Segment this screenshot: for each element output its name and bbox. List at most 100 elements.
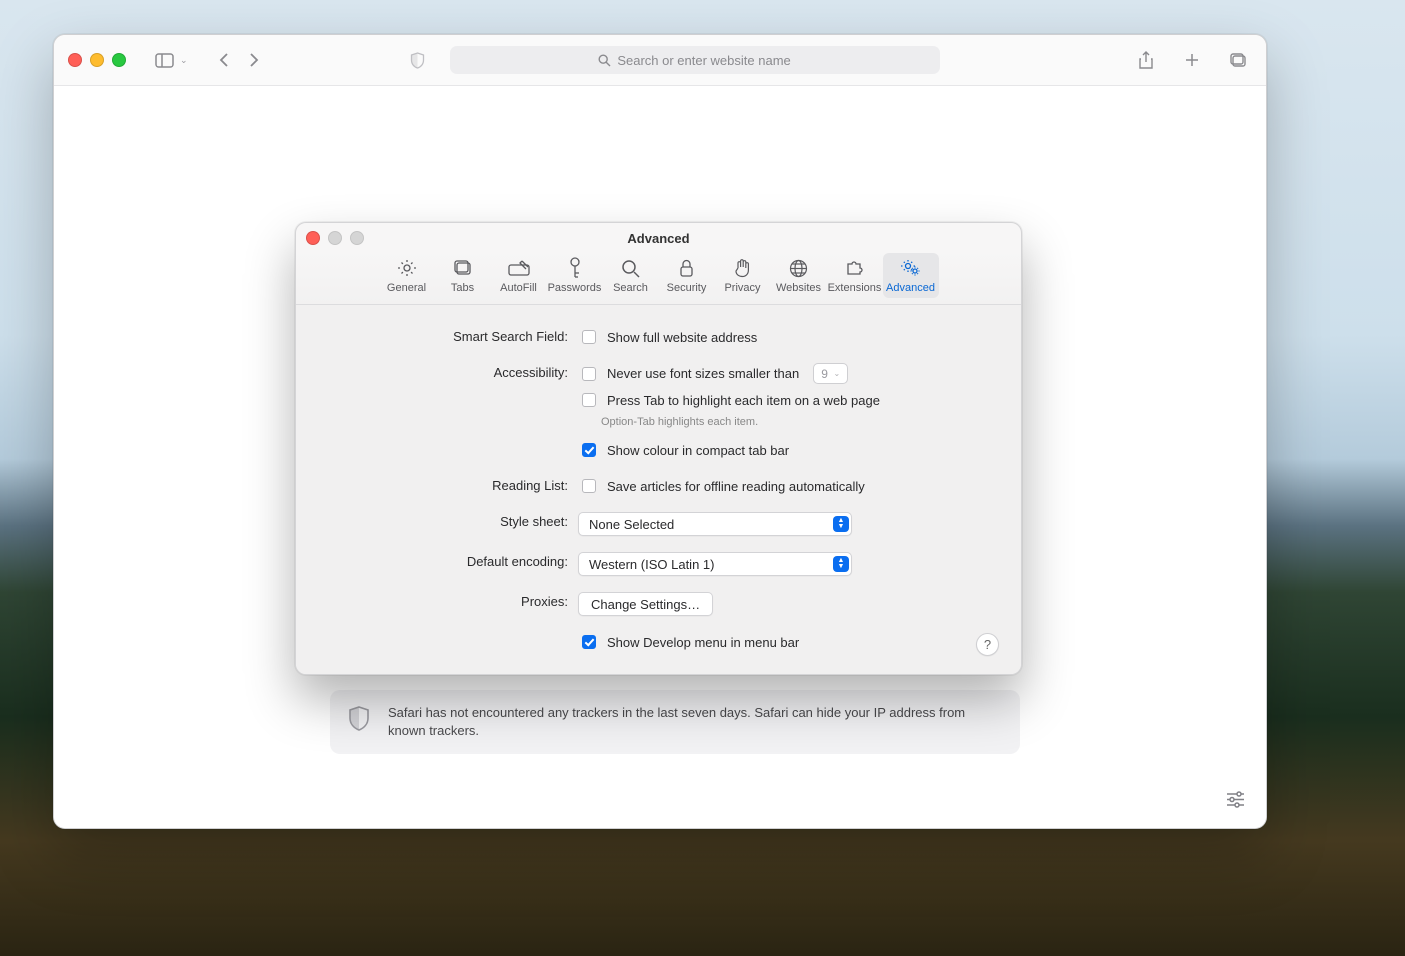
show-full-address-checkbox[interactable] xyxy=(582,330,596,344)
tab-extensions[interactable]: Extensions xyxy=(827,253,883,298)
tab-label: Tabs xyxy=(451,282,474,294)
chevron-left-icon xyxy=(219,52,229,68)
sidebar-menu-chevron-icon[interactable]: ⌄ xyxy=(180,55,188,66)
press-tab-hint: Option-Tab highlights each item. xyxy=(601,416,995,428)
proxies-label: Proxies: xyxy=(322,592,568,609)
search-icon xyxy=(621,259,640,278)
tab-label: Advanced xyxy=(886,282,935,294)
updown-stepper-icon: ▲▼ xyxy=(833,556,849,572)
option-label: Show Develop menu in menu bar xyxy=(607,635,799,650)
shield-half-icon xyxy=(410,52,425,69)
style-sheet-select[interactable]: None Selected ▲▼ xyxy=(578,512,852,536)
plus-icon xyxy=(1184,52,1200,68)
button-label: Change Settings… xyxy=(591,597,700,612)
tabs-overview-icon xyxy=(1229,52,1247,68)
safari-toolbar: ⌄ Search or enter website name xyxy=(54,35,1266,86)
sidebar-icon xyxy=(155,53,174,68)
accessibility-label: Accessibility: xyxy=(322,363,568,380)
lock-icon xyxy=(679,259,694,278)
tab-tabs[interactable]: Tabs xyxy=(435,253,491,298)
puzzle-icon xyxy=(845,259,865,277)
prefs-title: Advanced xyxy=(296,231,1021,246)
prefs-titlebar: Advanced xyxy=(296,223,1021,251)
tab-label: Websites xyxy=(776,282,821,294)
key-icon xyxy=(568,257,582,279)
never-font-smaller-checkbox[interactable] xyxy=(582,367,596,381)
default-encoding-select[interactable]: Western (ISO Latin 1) ▲▼ xyxy=(578,552,852,576)
option-label: Press Tab to highlight each item on a we… xyxy=(607,393,880,408)
tab-label: Passwords xyxy=(548,282,602,294)
press-tab-option[interactable]: Press Tab to highlight each item on a we… xyxy=(578,390,995,410)
privacy-report-text: Safari has not encountered any trackers … xyxy=(388,704,1002,740)
updown-stepper-icon: ▲▼ xyxy=(833,516,849,532)
address-bar-placeholder: Search or enter website name xyxy=(617,53,790,68)
gear-icon xyxy=(397,258,417,278)
tab-passwords[interactable]: Passwords xyxy=(547,253,603,298)
new-tab-button[interactable] xyxy=(1178,47,1206,73)
search-icon xyxy=(598,54,611,67)
option-label: Save articles for offline reading automa… xyxy=(607,479,865,494)
privacy-report-box: Safari has not encountered any trackers … xyxy=(330,690,1020,754)
minimize-window-button[interactable] xyxy=(90,53,104,67)
tab-label: Privacy xyxy=(724,282,760,294)
chevron-right-icon xyxy=(249,52,259,68)
window-traffic-lights xyxy=(68,53,126,67)
back-button[interactable] xyxy=(210,47,238,73)
compact-colour-checkbox[interactable] xyxy=(582,443,596,457)
change-proxy-settings-button[interactable]: Change Settings… xyxy=(578,592,713,616)
never-font-smaller-option[interactable]: Never use font sizes smaller than 9 ⌄ xyxy=(578,363,995,384)
gears-icon xyxy=(900,258,922,278)
tab-general[interactable]: General xyxy=(379,253,435,298)
tab-search[interactable]: Search xyxy=(603,253,659,298)
offline-reading-checkbox[interactable] xyxy=(582,479,596,493)
close-window-button[interactable] xyxy=(68,53,82,67)
reading-list-label: Reading List: xyxy=(322,476,568,493)
tab-autofill[interactable]: AutoFill xyxy=(491,253,547,298)
hand-icon xyxy=(734,258,751,278)
pencil-box-icon xyxy=(508,260,530,276)
min-font-size-select[interactable]: 9 ⌄ xyxy=(813,363,848,384)
start-page-settings-button[interactable] xyxy=(1225,791,1246,813)
address-bar[interactable]: Search or enter website name xyxy=(450,46,940,74)
offline-reading-option[interactable]: Save articles for offline reading automa… xyxy=(578,476,995,496)
show-develop-menu-option[interactable]: Show Develop menu in menu bar xyxy=(578,632,995,652)
help-label: ? xyxy=(984,637,991,652)
forward-button[interactable] xyxy=(240,47,268,73)
option-label: Show colour in compact tab bar xyxy=(607,443,789,458)
tab-overview-button[interactable] xyxy=(1224,47,1252,73)
share-icon xyxy=(1138,51,1154,69)
style-sheet-value: None Selected xyxy=(589,517,674,532)
chevron-down-icon: ⌄ xyxy=(831,367,843,381)
tab-security[interactable]: Security xyxy=(659,253,715,298)
option-label: Never use font sizes smaller than xyxy=(607,366,799,381)
tab-label: AutoFill xyxy=(500,282,537,294)
tab-label: General xyxy=(387,282,426,294)
sliders-icon xyxy=(1225,791,1246,808)
help-button[interactable]: ? xyxy=(976,633,999,656)
sidebar-toggle-button[interactable] xyxy=(150,47,178,73)
tab-label: Security xyxy=(667,282,707,294)
globe-icon xyxy=(789,259,808,278)
show-full-address-option[interactable]: Show full website address xyxy=(578,327,995,347)
preferences-window: Advanced General Tabs AutoFill Passwords… xyxy=(295,222,1022,675)
zoom-window-button[interactable] xyxy=(112,53,126,67)
tab-label: Search xyxy=(613,282,648,294)
share-button[interactable] xyxy=(1132,47,1160,73)
tab-websites[interactable]: Websites xyxy=(771,253,827,298)
press-tab-checkbox[interactable] xyxy=(582,393,596,407)
privacy-report-button[interactable] xyxy=(404,47,432,73)
default-encoding-label: Default encoding: xyxy=(322,552,568,569)
compact-colour-option[interactable]: Show colour in compact tab bar xyxy=(578,440,995,460)
smart-search-label: Smart Search Field: xyxy=(322,327,568,344)
default-encoding-value: Western (ISO Latin 1) xyxy=(589,557,714,572)
prefs-body: Smart Search Field: Show full website ad… xyxy=(296,305,1021,674)
show-develop-menu-checkbox[interactable] xyxy=(582,635,596,649)
min-font-size-value: 9 xyxy=(821,367,828,381)
shield-icon-large xyxy=(348,706,370,736)
tab-privacy[interactable]: Privacy xyxy=(715,253,771,298)
option-label: Show full website address xyxy=(607,330,757,345)
prefs-tab-bar: General Tabs AutoFill Passwords Search S… xyxy=(296,251,1021,305)
tab-label: Extensions xyxy=(828,282,882,294)
tab-advanced[interactable]: Advanced xyxy=(883,253,939,298)
tabs-icon xyxy=(453,259,473,277)
